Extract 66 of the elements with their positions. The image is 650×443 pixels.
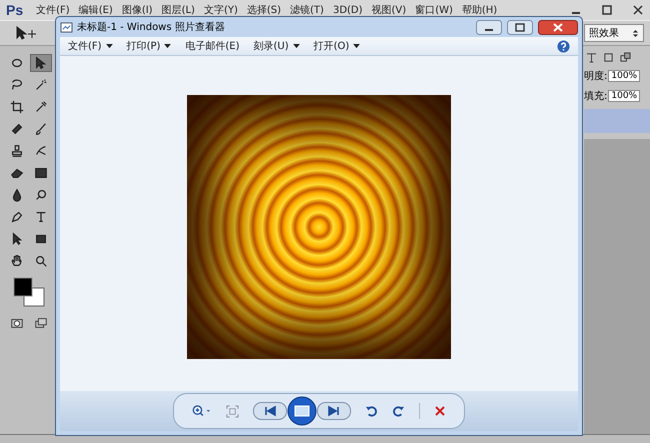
- hand-icon: [10, 254, 24, 268]
- screen-mode-icon[interactable]: [34, 316, 48, 330]
- cursor-icon: [10, 232, 24, 246]
- window-title: 未标题-1 - Windows 照片查看器: [77, 20, 225, 34]
- menu-item[interactable]: 编辑(E): [78, 3, 113, 17]
- app-logo: Ps: [6, 2, 24, 18]
- help-icon[interactable]: [557, 40, 570, 52]
- menu-item[interactable]: 窗口(W): [415, 3, 453, 17]
- opacity-field[interactable]: 100%: [608, 70, 640, 82]
- opacity-label: 明度:: [584, 70, 608, 83]
- stamp-icon: [10, 144, 24, 158]
- rotate-left-icon[interactable]: [365, 404, 378, 418]
- zoom-icon[interactable]: [192, 404, 212, 418]
- color-swatches-icon[interactable]: [12, 276, 46, 308]
- effect-dropdown[interactable]: 照效果: [584, 24, 644, 42]
- magic-wand-icon: [34, 78, 48, 92]
- photo-viewer-icon: [60, 22, 73, 32]
- caret-icon: [292, 44, 300, 48]
- menu-item[interactable]: 帮助(H): [462, 3, 498, 17]
- delete-icon[interactable]: [434, 405, 446, 417]
- menu-item[interactable]: 3D(D): [332, 4, 363, 16]
- smart-object-icon[interactable]: [620, 52, 631, 63]
- menu-item[interactable]: 图层(L): [162, 3, 195, 17]
- brush-icon: [34, 122, 48, 136]
- spinner-arrows-icon: [632, 28, 639, 38]
- shape-layer-icon[interactable]: [603, 52, 614, 63]
- maximize-icon[interactable]: [601, 4, 613, 16]
- fit-window-icon[interactable]: [226, 404, 239, 418]
- maximize-button[interactable]: [507, 20, 533, 34]
- type-layer-icon[interactable]: [586, 52, 597, 63]
- caret-icon: [164, 44, 172, 48]
- close-button[interactable]: [538, 20, 578, 34]
- minimize-button[interactable]: [476, 20, 502, 34]
- menu-item[interactable]: 文字(Y): [204, 3, 238, 17]
- menu-item[interactable]: 图像(I): [122, 3, 153, 17]
- previous-button[interactable]: [253, 402, 287, 420]
- menu-item[interactable]: 电子邮件(E): [185, 39, 240, 53]
- move-arrow-icon: [34, 56, 48, 70]
- tool-button[interactable]: [30, 54, 52, 72]
- menu-item[interactable]: 打印(P): [126, 39, 172, 53]
- drop-icon: [10, 188, 24, 202]
- caret-icon: [353, 44, 360, 48]
- quick-mask-icon[interactable]: [10, 316, 24, 330]
- menu-item[interactable]: 文件(F): [68, 39, 113, 53]
- lasso-icon: [10, 78, 24, 92]
- rectangle-icon: [34, 232, 48, 246]
- menu-item[interactable]: 选择(S): [246, 3, 282, 17]
- type-icon: [34, 210, 48, 224]
- fill-label: 填充:: [584, 90, 608, 103]
- eraser-icon: [10, 166, 24, 180]
- eyedropper-icon: [34, 100, 48, 114]
- pen-icon: [10, 210, 24, 224]
- menu-item[interactable]: 视图(V): [372, 3, 406, 17]
- next-button[interactable]: [317, 402, 351, 420]
- crop-icon: [10, 100, 24, 114]
- move-tool-icon[interactable]: [14, 26, 38, 40]
- menu-item[interactable]: 打开(O): [314, 39, 360, 53]
- menu-item[interactable]: 刻录(U): [254, 39, 300, 53]
- menu-item[interactable]: 文件(F): [36, 3, 70, 17]
- close-icon[interactable]: [632, 4, 644, 16]
- menu-item[interactable]: 滤镜(T): [290, 3, 324, 17]
- zoom-icon: [34, 254, 48, 268]
- fill-field[interactable]: 100%: [608, 90, 640, 102]
- caret-icon: [106, 44, 113, 48]
- slideshow-button[interactable]: [287, 396, 317, 426]
- rotate-right-icon[interactable]: [392, 404, 405, 418]
